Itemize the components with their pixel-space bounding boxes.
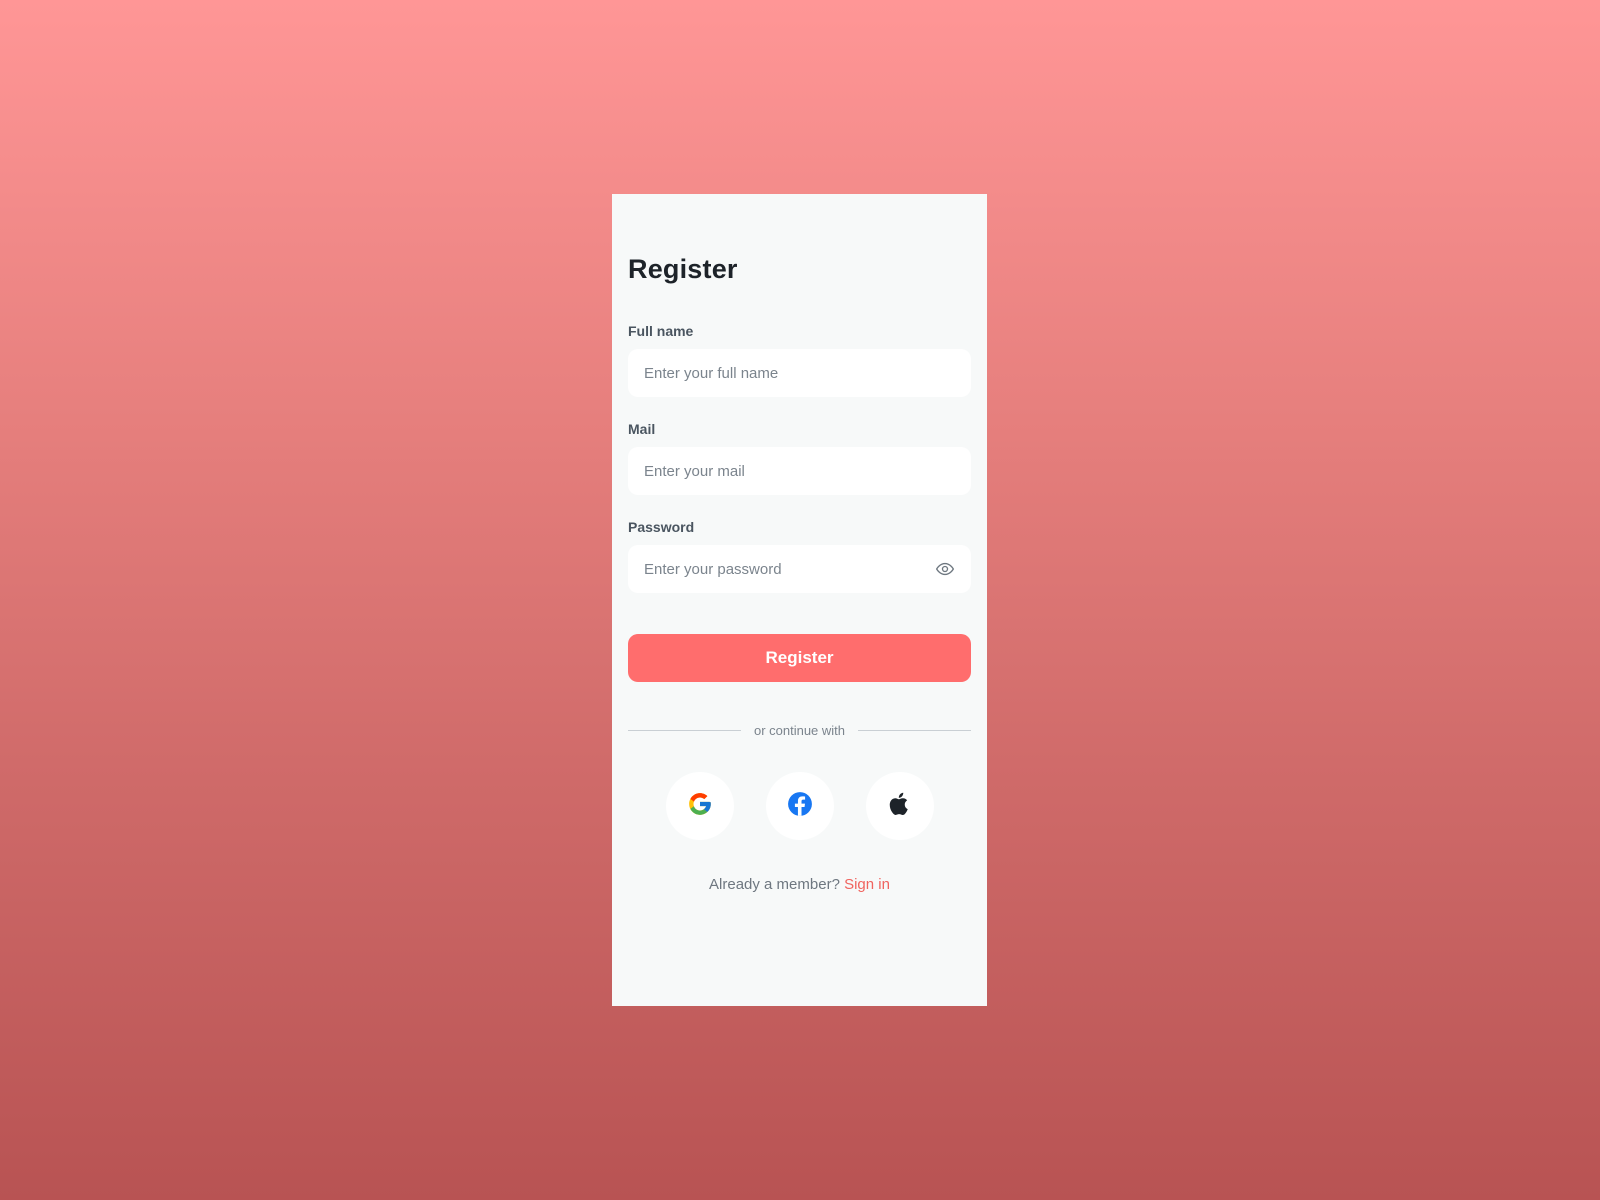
register-button[interactable]: Register: [628, 634, 971, 682]
signin-prompt-text: Already a member?: [709, 876, 840, 893]
mail-field-wrapper: [628, 447, 971, 495]
page-title: Register: [628, 254, 738, 284]
mail-input[interactable]: [628, 447, 971, 495]
divider: or continue with: [628, 722, 971, 738]
signin-link[interactable]: Sign in: [844, 876, 890, 893]
password-field-wrapper: [628, 545, 971, 593]
google-login-button[interactable]: [665, 772, 734, 840]
full-name-field-wrapper: [628, 349, 971, 397]
password-input[interactable]: [628, 545, 971, 593]
password-label: Password: [628, 519, 695, 535]
signin-prompt: Already a member? Sign in: [628, 876, 971, 893]
apple-login-button[interactable]: [865, 772, 934, 840]
full-name-label: Full name: [628, 323, 694, 339]
eye-icon[interactable]: [935, 559, 955, 579]
social-login-group: [628, 772, 971, 840]
facebook-login-button[interactable]: [765, 772, 834, 840]
divider-text: or continue with: [753, 722, 846, 738]
divider-line-left: [628, 729, 741, 731]
mail-label: Mail: [628, 421, 656, 437]
divider-line-right: [858, 729, 971, 731]
apple-icon: [887, 791, 913, 822]
facebook-icon: [787, 791, 813, 822]
google-icon: [687, 791, 713, 822]
register-card: Register Full name Mail Password Registe…: [612, 194, 987, 1006]
full-name-input[interactable]: [628, 349, 971, 397]
